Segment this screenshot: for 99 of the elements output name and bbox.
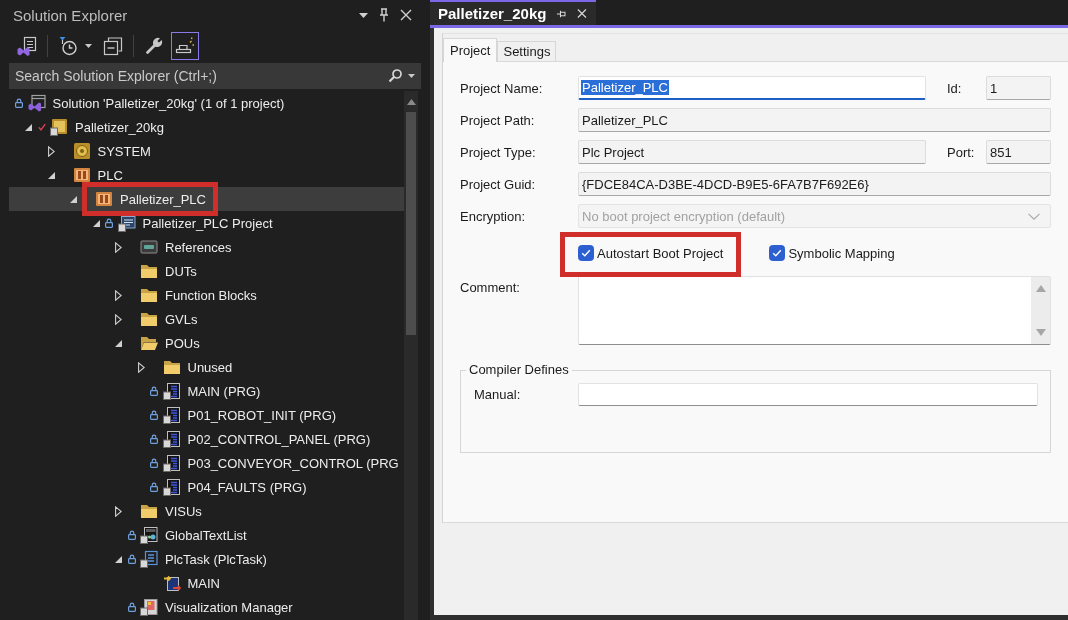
collapsed-arrow-icon[interactable] bbox=[115, 505, 122, 517]
wrench-icon bbox=[144, 36, 164, 56]
tree-item[interactable]: GVLs bbox=[9, 307, 404, 331]
tree-item[interactable]: P01_ROBOT_INIT (PRG) bbox=[9, 403, 404, 427]
project-icon bbox=[50, 118, 68, 136]
scrollbar[interactable] bbox=[404, 91, 418, 620]
task-call-icon bbox=[162, 574, 181, 592]
history-icon bbox=[58, 36, 78, 56]
tree-item[interactable]: Visualization Manager bbox=[9, 595, 404, 619]
field-label: Project Name: bbox=[460, 80, 544, 96]
folder-icon bbox=[140, 310, 158, 328]
panel-title: Solution Explorer bbox=[13, 6, 128, 24]
checkbox[interactable] bbox=[578, 245, 594, 261]
expanded-arrow-icon[interactable] bbox=[25, 123, 32, 131]
collapsed-arrow-icon[interactable] bbox=[115, 289, 122, 301]
tab[interactable]: Project bbox=[443, 38, 498, 62]
tree-item[interactable]: P04_FAULTS (PRG) bbox=[9, 475, 404, 499]
tree-item[interactable]: PLC bbox=[9, 163, 404, 187]
tree-item[interactable]: P03_CONVEYOR_CONTROL (PRG bbox=[9, 451, 404, 475]
collapsed-arrow-icon[interactable] bbox=[47, 145, 55, 157]
field-label: Project Path: bbox=[460, 112, 536, 128]
caret-icon[interactable] bbox=[408, 74, 415, 78]
text-list-icon bbox=[140, 526, 158, 544]
program-icon bbox=[162, 382, 181, 400]
tree-item[interactable]: Palletizer_PLC Project bbox=[9, 211, 404, 235]
field-label: Port: bbox=[947, 144, 976, 160]
program-icon bbox=[162, 406, 181, 424]
input-field[interactable]: 1 bbox=[986, 76, 1051, 100]
input-field[interactable]: 851 bbox=[986, 140, 1051, 164]
folder-icon bbox=[140, 286, 158, 304]
scroll-up-icon[interactable] bbox=[406, 99, 416, 105]
field-label: Comment: bbox=[460, 279, 521, 295]
folder-icon bbox=[140, 502, 158, 520]
field-label: Encryption: bbox=[460, 208, 527, 224]
expanded-arrow-icon[interactable] bbox=[115, 339, 122, 347]
plc-icon bbox=[72, 166, 91, 184]
checkbox[interactable] bbox=[769, 245, 786, 261]
solution-views-icon bbox=[17, 36, 37, 56]
expanded-arrow-icon[interactable] bbox=[70, 195, 77, 203]
expanded-arrow-icon[interactable] bbox=[92, 219, 100, 227]
field-label: Project Type: bbox=[460, 144, 537, 160]
collapsed-arrow-icon[interactable] bbox=[137, 361, 145, 373]
input-field[interactable] bbox=[578, 383, 1038, 406]
tree-item[interactable]: MAIN bbox=[9, 571, 404, 595]
folder-open-icon bbox=[140, 334, 158, 352]
task-icon bbox=[140, 550, 158, 568]
tree-item[interactable]: PlcTask (PlcTask) bbox=[9, 547, 404, 571]
checkbox-label[interactable]: Symbolic Mapping bbox=[788, 245, 895, 261]
document-tab[interactable]: Palletizer_20kg bbox=[430, 0, 596, 25]
scrollbar-thumb[interactable] bbox=[406, 112, 416, 335]
field-label: Id: bbox=[947, 80, 963, 96]
search-icon[interactable] bbox=[388, 69, 402, 83]
folder-icon bbox=[140, 262, 158, 280]
references-icon bbox=[140, 238, 158, 256]
visualization-icon bbox=[140, 598, 158, 616]
program-icon bbox=[162, 478, 181, 496]
pin-icon[interactable] bbox=[379, 8, 389, 22]
plc-icon bbox=[95, 190, 113, 208]
caret-icon[interactable] bbox=[85, 44, 92, 48]
input-field[interactable]: Plc Project bbox=[578, 140, 926, 164]
input-field[interactable]: {FDCE84CA-D3BE-4DCD-B9E5-6FA7B7F692E6} bbox=[578, 172, 1051, 196]
pin-icon[interactable] bbox=[556, 8, 568, 19]
tree-item[interactable]: DUTs bbox=[9, 259, 404, 283]
tab[interactable]: Settings bbox=[497, 41, 557, 61]
program-icon bbox=[162, 430, 181, 448]
expanded-arrow-icon[interactable] bbox=[47, 171, 55, 179]
tree-item[interactable]: Solution 'Palletizer_20kg' (1 of 1 project) bbox=[9, 91, 404, 115]
tree-item[interactable]: Unused bbox=[9, 355, 404, 379]
program-icon bbox=[162, 454, 181, 472]
tree-item[interactable]: MAIN (PRG) bbox=[9, 379, 404, 403]
tree-item[interactable]: GlobalTextList bbox=[9, 523, 404, 547]
close-icon[interactable] bbox=[400, 9, 412, 21]
tree-item[interactable]: Function Blocks bbox=[9, 283, 404, 307]
system-icon bbox=[72, 142, 91, 160]
group-title: Compiler Defines bbox=[468, 362, 570, 378]
preview-icon bbox=[175, 36, 195, 56]
tree-item[interactable]: P02_CONTROL_PANEL (PRG) bbox=[9, 427, 404, 451]
tree-item[interactable]: VISUs bbox=[9, 499, 404, 523]
solution-icon bbox=[27, 94, 46, 112]
tree-item[interactable]: SYSTEM bbox=[9, 139, 404, 163]
caret-icon[interactable] bbox=[359, 12, 368, 18]
close-icon[interactable] bbox=[577, 8, 587, 19]
comment-field[interactable] bbox=[578, 276, 1051, 345]
checkbox-label[interactable]: Autostart Boot Project bbox=[597, 245, 724, 261]
expanded-arrow-icon[interactable] bbox=[115, 555, 122, 563]
collapsed-arrow-icon[interactable] bbox=[115, 313, 122, 325]
tree-item[interactable]: References bbox=[9, 235, 404, 259]
collapse-all-icon bbox=[103, 36, 123, 56]
tree-item[interactable]: Palletizer_20kg bbox=[9, 115, 404, 139]
tree-item[interactable]: POUs bbox=[9, 331, 404, 355]
input-field[interactable]: Palletizer_PLC bbox=[578, 108, 1051, 132]
field-label: Manual: bbox=[474, 387, 522, 402]
collapsed-arrow-icon[interactable] bbox=[115, 241, 122, 253]
search-field[interactable]: Search Solution Explorer (Ctrl+;) bbox=[9, 63, 421, 89]
plc-project-icon bbox=[117, 214, 136, 232]
input-field[interactable]: Palletizer_PLC bbox=[578, 76, 926, 100]
field-label: Project Guid: bbox=[460, 176, 537, 192]
folder-icon bbox=[162, 358, 181, 376]
toolbar-button[interactable] bbox=[171, 32, 199, 60]
